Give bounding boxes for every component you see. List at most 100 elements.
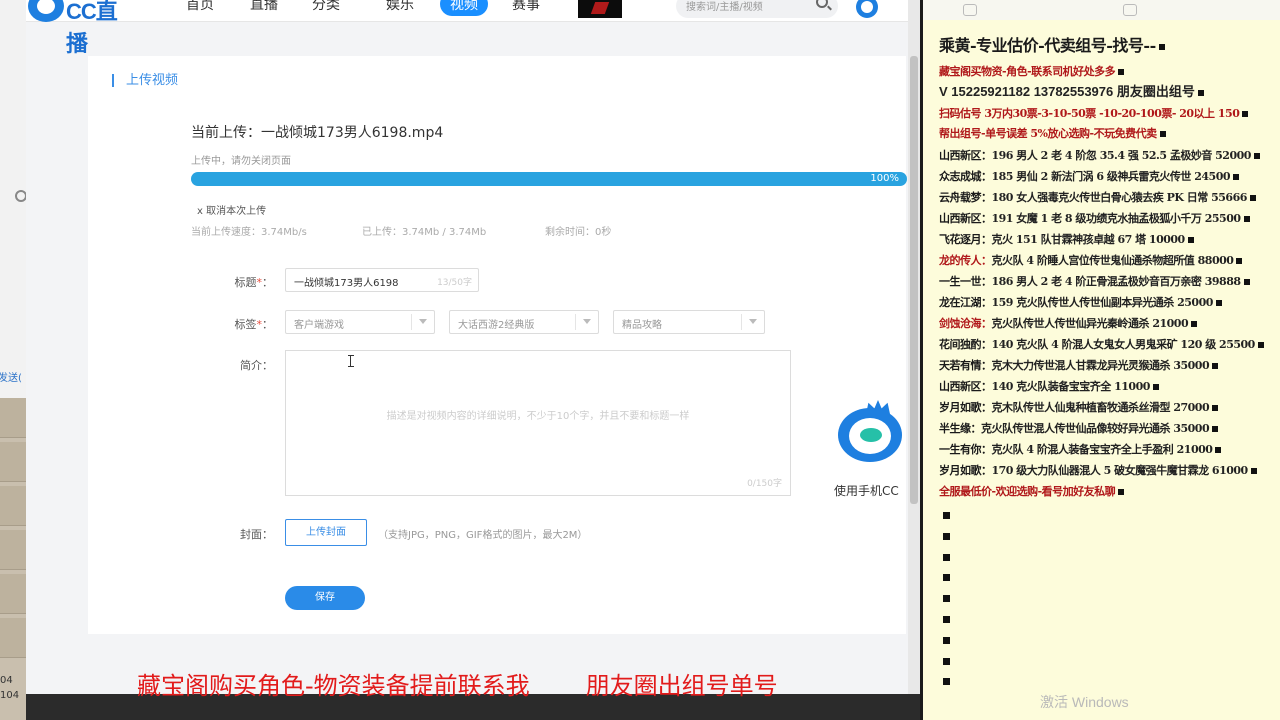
ad-line-text: 克火队传世人传世仙异光秦岭通杀 21000 bbox=[991, 317, 1189, 330]
ad-line: 剑蚀沧海：克火队传世人传世仙异光秦岭通杀 21000 bbox=[939, 316, 1198, 332]
ad-panel-toolbar bbox=[923, 0, 1280, 20]
overlay-right-text: 朋友圈出组号单号 bbox=[585, 672, 778, 700]
windows-activation-watermark: 激活 Windows bbox=[1040, 694, 1129, 710]
tag-select-1[interactable]: 客户端游戏 bbox=[285, 310, 435, 334]
ad-line: 龙的传人：克火队 4 阶睡人宫位传世鬼仙通杀物超所值 88000 bbox=[939, 253, 1243, 269]
text-cursor-icon bbox=[348, 355, 356, 367]
cc-logo[interactable]: CC直播 bbox=[28, 0, 128, 56]
avatar[interactable] bbox=[856, 0, 878, 18]
mobile-app-promo[interactable]: 使用手机CC bbox=[830, 396, 906, 506]
ad-line-text: 克火队 4 阶混人装备宝宝齐全上手盈利 21000 bbox=[991, 443, 1213, 456]
bullet-square bbox=[943, 657, 950, 665]
tag-select-2-value: 大话西游2经典版 bbox=[458, 320, 535, 331]
send-text-fragment: 发送( bbox=[0, 373, 22, 384]
tag-select-3[interactable]: 精品攻略 bbox=[613, 310, 765, 334]
window-icon bbox=[1123, 4, 1137, 16]
ad-line-text: 克火队传世混人传世仙品像较好异光通杀 35000 bbox=[981, 422, 1210, 435]
title-input[interactable]: 一战倾城173男人6198 13/50字 bbox=[285, 268, 479, 292]
description-textarea[interactable]: 描述是对视频内容的详细说明，不少于10个字，并且不要和标题一样 0/150字 bbox=[285, 350, 791, 496]
ad-line: 全服最低价-欢迎选购-看号加好友私聊 bbox=[939, 484, 1125, 500]
title-label: 标题*： bbox=[234, 276, 274, 289]
ad-line-zone: 龙在江湖： bbox=[939, 296, 992, 309]
cover-label: 封面： bbox=[240, 528, 273, 541]
circle-icon bbox=[15, 190, 26, 202]
ad-line-text: 克木队传世人仙鬼种植畜牧通杀丝滑型 27000 bbox=[991, 401, 1210, 414]
tag-select-2[interactable]: 大话西游2经典版 bbox=[449, 310, 599, 334]
ad-line: 天若有情：克木大力传世混人甘霖龙异光灵猴通杀 35000 bbox=[939, 358, 1219, 374]
title-char-count: 13/50字 bbox=[437, 278, 472, 288]
ad-line-text: 扫码估号 3万内30票-3-10-50票 -10-20-100票- 20以上 1… bbox=[939, 107, 1240, 120]
upload-cover-button[interactable]: 上传封面 bbox=[285, 519, 367, 546]
nav-video[interactable]: 视频 bbox=[440, 0, 488, 16]
ad-line-zone: 岁月如歌： bbox=[939, 401, 992, 414]
ad-line-text: 186 男人 2 老 4 阶正骨混孟极妙音百万亲密 39888 bbox=[991, 275, 1242, 288]
current-upload-filename: 当前上传：一战倾城173男人6198.mp4 bbox=[191, 125, 444, 141]
overlay-banner-text: 藏宝阁购买角色-物资装备提前联系我 朋友圈出组号单号 bbox=[137, 666, 778, 701]
ad-line-text: 140 克火队装备宝宝齐全 11000 bbox=[991, 380, 1151, 393]
ad-line-text: 140 克火队 4 阶混人女鬼女人男鬼采矿 120 级 25500 bbox=[991, 338, 1256, 351]
title-value: 一战倾城173男人6198 bbox=[294, 278, 399, 289]
mobile-promo-text: 使用手机CC bbox=[834, 484, 899, 498]
panel-title: 上传视频 bbox=[112, 74, 178, 87]
chevron-down-icon bbox=[419, 319, 427, 324]
search-icon[interactable] bbox=[816, 0, 828, 8]
ad-line-zone: 飞花逐月： bbox=[939, 233, 992, 246]
number-fragment: 04 bbox=[0, 675, 13, 686]
nav-events[interactable]: 赛事 bbox=[512, 0, 540, 14]
bullet-square bbox=[943, 595, 950, 603]
bullet-square bbox=[943, 512, 950, 519]
ad-line: 云舟载梦：180 女人强毒克火传世白骨心猿去疾 PK 日常 55666 bbox=[939, 190, 1256, 206]
description-label: 简介： bbox=[240, 359, 273, 372]
ad-line: 花间独酌：140 克火队 4 阶混人女鬼女人男鬼采矿 120 级 25500 bbox=[939, 337, 1264, 353]
chevron-down-icon bbox=[583, 319, 591, 324]
ad-line: 龙在江湖：159 克火队传世人传世仙副本异光通杀 25000 bbox=[939, 295, 1222, 311]
nav-home[interactable]: 首页 bbox=[186, 0, 214, 14]
ad-line: 岁月如歌：克木队传世人仙鬼种植畜牧通杀丝滑型 27000 bbox=[939, 400, 1219, 416]
ad-line: 一生有你：克火队 4 阶混人装备宝宝齐全上手盈利 21000 bbox=[939, 442, 1222, 458]
ad-line-text: 159 克火队传世人传世仙副本异光通杀 25000 bbox=[991, 296, 1214, 309]
ad-line-text: 克火队 4 阶睡人宫位传世鬼仙通杀物超所值 88000 bbox=[991, 254, 1234, 267]
ad-title: 乘黄-专业估价-代卖组号-找号-- bbox=[939, 32, 1165, 56]
nav-entertainment[interactable]: 娱乐 bbox=[386, 0, 414, 14]
ad-line-zone: 剑蚀沧海： bbox=[939, 317, 992, 330]
ad-line-text: 196 男人 2 老 4 阶忽 35.4 强 52.5 孟极妙音 52000 bbox=[991, 149, 1252, 162]
ad-line-text: 170 级大力队仙器混人 5 破女魔强牛魔甘霖龙 61000 bbox=[991, 464, 1249, 477]
tag-select-3-value: 精品攻略 bbox=[622, 320, 662, 331]
number-fragment: 104 bbox=[0, 690, 20, 701]
ad-line-text: 藏宝阁买物资-角色-联系司机好处多多 bbox=[939, 65, 1116, 78]
bullet-square bbox=[943, 574, 950, 582]
ad-line-zone: 半生缘： bbox=[939, 422, 982, 435]
progress-percent: 100% bbox=[870, 173, 899, 184]
uploaded-size: 已上传：3.74Mb / 3.74Mb bbox=[362, 227, 487, 238]
ad-line: 一生一世：186 男人 2 老 4 阶正骨混孟极妙音百万亲密 39888 bbox=[939, 274, 1250, 290]
ad-line-text: 180 女人强毒克火传世白骨心猿去疾 PK 日常 55666 bbox=[991, 191, 1248, 204]
ad-line-zone: 山西新区： bbox=[939, 149, 992, 162]
ad-line: 藏宝阁买物资-角色-联系司机好处多多 bbox=[939, 64, 1125, 80]
cc-mascot-icon bbox=[838, 400, 902, 462]
ad-line: 帮出组号-单号误差 5%放心选购-不玩免费代卖 bbox=[939, 126, 1166, 142]
ad-line-zone: 山西新区： bbox=[939, 380, 992, 393]
nav-category[interactable]: 分类 bbox=[312, 0, 340, 14]
top-navigation: CC直播 首页 直播 分类 娱乐 视频 赛事 搜索词/主播/视频 bbox=[26, 0, 920, 56]
nav-live[interactable]: 直播 bbox=[250, 0, 278, 14]
save-button[interactable]: 保存 bbox=[285, 586, 365, 610]
nav-banner-image[interactable] bbox=[578, 0, 622, 18]
scrollbar-thumb[interactable] bbox=[910, 56, 918, 504]
ad-line: 半生缘：克火队传世混人传世仙品像较好异光通杀 35000 bbox=[939, 421, 1219, 437]
ad-line: 山西新区：196 男人 2 老 4 阶忽 35.4 强 52.5 孟极妙音 52… bbox=[939, 148, 1260, 164]
bullet-square bbox=[943, 636, 950, 644]
search-input[interactable]: 搜索词/主播/视频 bbox=[676, 0, 838, 18]
ad-line: 山西新区：191 女魔 1 老 8 级功绩克水抽孟极狐小千万 25500 bbox=[939, 211, 1250, 227]
cc-logo-icon bbox=[28, 0, 64, 22]
chevron-down-icon bbox=[749, 319, 757, 324]
description-placeholder: 描述是对视频内容的详细说明，不少于10个字，并且不要和标题一样 bbox=[386, 411, 690, 422]
cancel-upload-link[interactable]: x 取消本次上传 bbox=[197, 202, 266, 217]
ad-line-zone: 山西新区： bbox=[939, 212, 992, 225]
browser-window: CC直播 首页 直播 分类 娱乐 视频 赛事 搜索词/主播/视频 上传视频 当前… bbox=[26, 0, 920, 720]
ad-line-text: V 15225921182 13782553976 朋友圈出组号 bbox=[939, 84, 1195, 99]
page-scrollbar[interactable] bbox=[908, 0, 920, 720]
bullet-square bbox=[943, 616, 950, 623]
ad-line: V 15225921182 13782553976 朋友圈出组号 bbox=[939, 84, 1204, 100]
ad-line-zone: 天若有情： bbox=[939, 359, 992, 372]
ad-line: 岁月如歌：170 级大力队仙器混人 5 破女魔强牛魔甘霖龙 61000 bbox=[939, 463, 1257, 479]
